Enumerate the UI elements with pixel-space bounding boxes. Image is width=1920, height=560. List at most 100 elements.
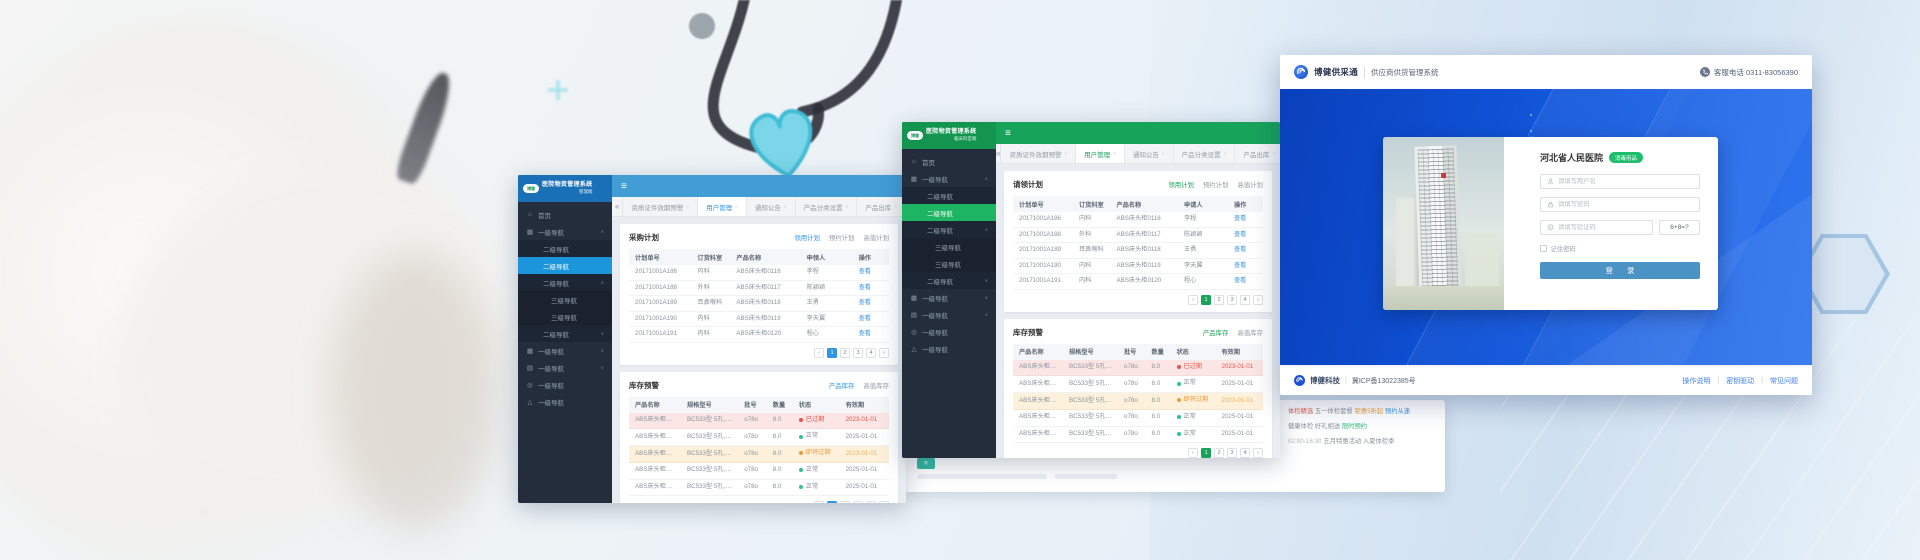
hamburger-icon[interactable]: ≡	[1005, 128, 1011, 139]
page-button[interactable]: 2	[1214, 448, 1224, 458]
sidebar-item[interactable]: 二级导航	[518, 240, 612, 257]
captcha-question[interactable]: 6+8=?	[1659, 220, 1700, 235]
table-header-row: 产品名称规格型号批号数量状态有效期	[629, 397, 889, 413]
sidebar-item[interactable]: ◎一级导航	[518, 376, 612, 393]
sidebar-item[interactable]: 三级导航	[518, 291, 612, 308]
tab[interactable]: 资质证件效期预警○	[1001, 144, 1076, 163]
password-input[interactable]	[1558, 201, 1693, 208]
page-prev-button[interactable]: ‹	[1188, 448, 1198, 458]
sidebar-item[interactable]: 二级导航	[518, 257, 612, 274]
sidebar-item[interactable]: 二级导航∧	[518, 274, 612, 291]
page-next-button[interactable]: ›	[879, 501, 889, 503]
tab[interactable]: 产品出库○	[857, 197, 906, 216]
sidebar-item[interactable]: ◎一级导航	[902, 323, 996, 340]
sidebar-item[interactable]: 二级导航∨	[518, 325, 612, 342]
view-link[interactable]: 查看	[859, 284, 871, 291]
sidebar-item[interactable]: ▤一级导航∨	[902, 306, 996, 323]
page-button[interactable]: 4	[866, 501, 876, 503]
sidebar-item[interactable]: ▦一级导航∨	[902, 289, 996, 306]
card-link[interactable]: 预约计划	[829, 233, 855, 242]
card-link[interactable]: 产品库存	[829, 381, 855, 390]
page-button[interactable]: 3	[853, 501, 863, 503]
view-link[interactable]: 查看	[859, 330, 871, 337]
tab[interactable]: 用户管理○	[698, 197, 747, 216]
page-button[interactable]: 2	[1214, 295, 1224, 305]
sidebar-item[interactable]: 二级导航	[902, 187, 996, 204]
page-prev-button[interactable]: ‹	[1188, 295, 1198, 305]
page-button[interactable]: 1	[1201, 295, 1211, 305]
tab[interactable]: 通知公告○	[1125, 144, 1174, 163]
collapse-tabs-icon[interactable]: «	[612, 197, 623, 216]
tab[interactable]: 产品分类设置○	[1174, 144, 1236, 163]
view-link[interactable]: 查看	[859, 315, 871, 322]
card-link[interactable]: 领用计划	[794, 233, 820, 242]
footer-link[interactable]: 常见问题	[1770, 376, 1798, 386]
card-link[interactable]: 领用计划	[1168, 180, 1194, 189]
view-link[interactable]: 查看	[859, 299, 871, 306]
footer-link[interactable]: 密钥驱动	[1726, 376, 1754, 386]
hamburger-icon[interactable]: ≡	[621, 181, 627, 192]
page-button[interactable]: 1	[827, 348, 837, 358]
page-next-button[interactable]: ›	[879, 348, 889, 358]
login-button[interactable]: 登 录	[1540, 262, 1700, 279]
sidebar-item[interactable]: ▦一级导航∨	[518, 342, 612, 359]
sidebar-item[interactable]: ▦一级导航∧	[902, 170, 996, 187]
view-link[interactable]: 查看	[1234, 215, 1246, 222]
sidebar-item[interactable]: ⌂首页	[902, 153, 996, 170]
tab[interactable]: 产品出库○	[1235, 144, 1280, 163]
page-button[interactable]: 3	[1227, 448, 1237, 458]
card-link[interactable]: 高值库存	[1237, 328, 1263, 337]
page-button[interactable]: 1	[1201, 448, 1211, 458]
tab[interactable]: 用户管理○	[1076, 144, 1125, 163]
promo-text: 限时预约	[1340, 423, 1367, 430]
sidebar-item[interactable]: 三级导航	[902, 238, 996, 255]
card-link[interactable]: 预约计划	[1203, 180, 1229, 189]
card-link[interactable]: 高值库存	[863, 381, 889, 390]
sidebar-item[interactable]: 二级导航	[902, 204, 996, 221]
sidebar-item[interactable]: △一级导航	[518, 393, 612, 410]
page-button[interactable]: 4	[1240, 448, 1250, 458]
sidebar-item[interactable]: ▤一级导航∨	[518, 359, 612, 376]
view-link[interactable]: 查看	[1234, 277, 1246, 284]
footer-link[interactable]: 操作说明	[1682, 376, 1710, 386]
footer-link-divider: |	[1761, 377, 1763, 384]
cell-batch: o78o	[738, 462, 767, 479]
check-icon: ◎	[910, 328, 918, 336]
page-next-button[interactable]: ›	[1253, 295, 1263, 305]
sidebar-item[interactable]: ⌂首页	[518, 206, 612, 223]
sidebar-item[interactable]: 二级导航∨	[902, 272, 996, 289]
sidebar-item[interactable]: 三级导航	[518, 308, 612, 325]
view-link[interactable]: 查看	[1234, 231, 1246, 238]
card-link[interactable]: 高值计划	[863, 233, 889, 242]
captcha-input[interactable]	[1558, 224, 1646, 231]
cell-product: ABS床头柜0118	[1111, 243, 1179, 259]
view-link[interactable]: 查看	[1234, 262, 1246, 269]
sidebar-item[interactable]: 三级导航	[902, 255, 996, 272]
view-link[interactable]: 查看	[1234, 246, 1246, 253]
view-link[interactable]: 查看	[859, 268, 871, 275]
page-button[interactable]: 4	[866, 348, 876, 358]
page-button[interactable]: 1	[827, 501, 837, 503]
tab[interactable]: 资质证件效期预警○	[623, 197, 698, 216]
card-link[interactable]: 高值计划	[1237, 180, 1263, 189]
tab[interactable]: 产品分类设置○	[796, 197, 858, 216]
username-input[interactable]	[1558, 178, 1693, 185]
page-button[interactable]: 2	[840, 348, 850, 358]
tab[interactable]: 通知公告○	[747, 197, 796, 216]
page-prev-button[interactable]: ‹	[814, 348, 824, 358]
page-button[interactable]: 2	[840, 501, 850, 503]
remember-checkbox[interactable]	[1540, 245, 1547, 252]
page-button[interactable]: 3	[1227, 295, 1237, 305]
page-prev-button[interactable]: ‹	[814, 501, 824, 503]
sidebar-item[interactable]: 二级导航∧	[902, 221, 996, 238]
page-button[interactable]: 4	[1240, 295, 1250, 305]
sidebar-item-label: 一级导航	[922, 344, 948, 354]
sidebar-item[interactable]: △一级导航	[902, 340, 996, 357]
sidebar-item-label: 一级导航	[922, 310, 948, 320]
sidebar-item[interactable]: ▦一级导航∧	[518, 223, 612, 240]
chevron-down-icon: ∨	[985, 312, 988, 318]
page-button[interactable]: 3	[853, 348, 863, 358]
cell-product: ABS床头柜0117	[629, 429, 681, 446]
page-next-button[interactable]: ›	[1253, 448, 1263, 458]
card-link[interactable]: 产品库存	[1203, 328, 1229, 337]
